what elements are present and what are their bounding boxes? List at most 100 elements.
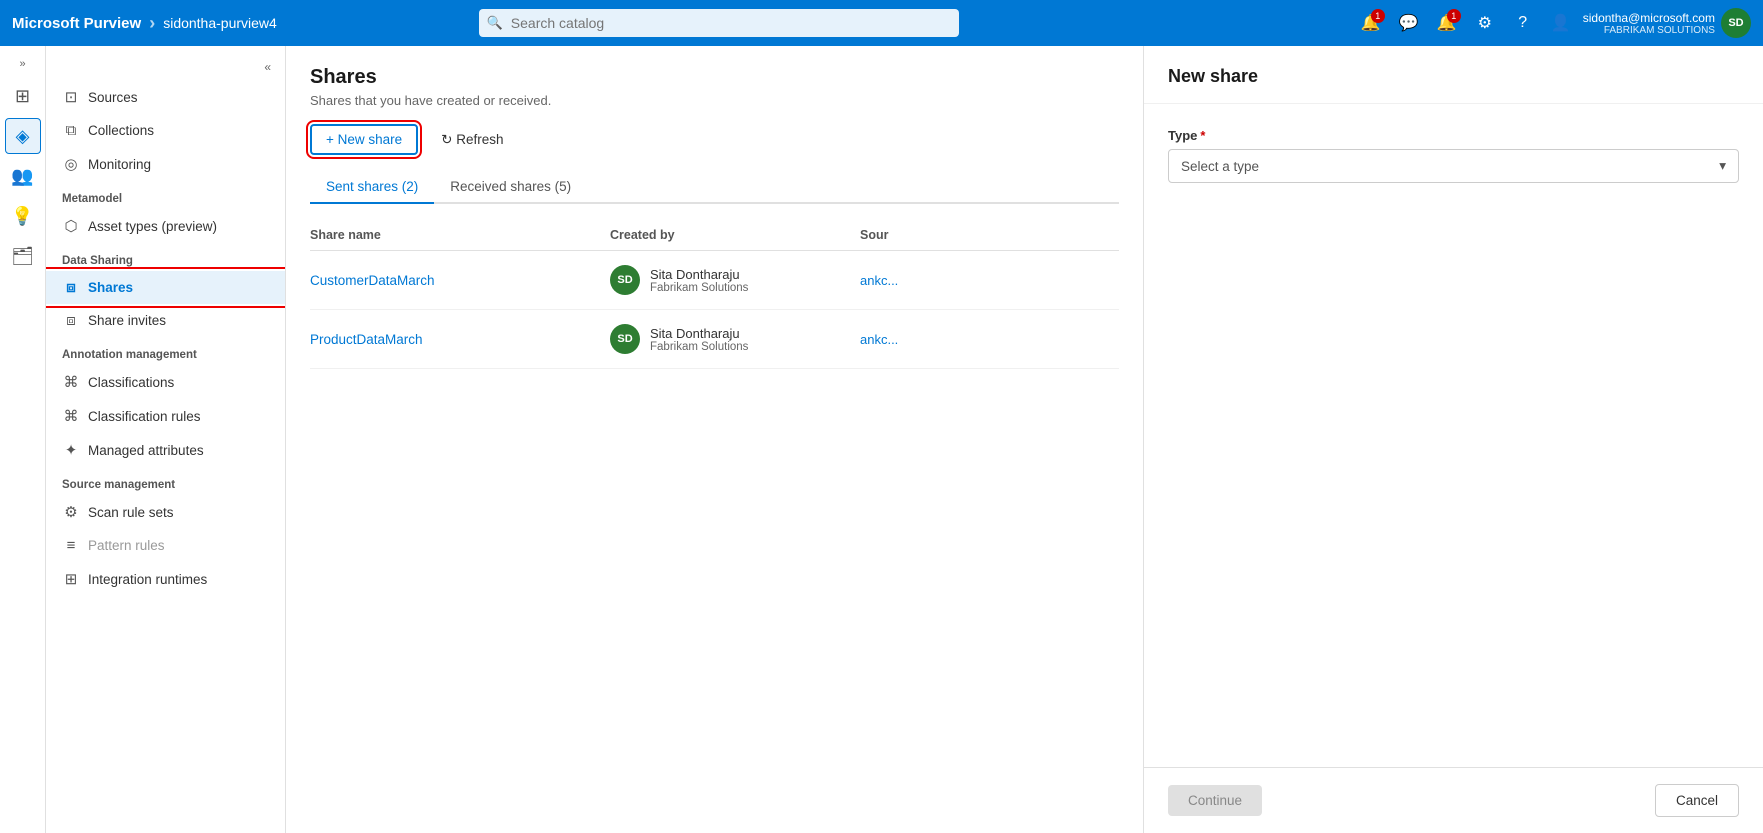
- right-panel-body: Type * Select a type ▾: [1144, 104, 1763, 767]
- sidebar-item-shares[interactable]: ⧈ Shares: [46, 271, 285, 304]
- creator-cell-2: SD Sita Dontharaju Fabrikam Solutions: [610, 324, 860, 354]
- user-avatar[interactable]: SD: [1721, 8, 1751, 38]
- classifications-icon: ⌘: [62, 373, 80, 391]
- tab-sent-shares[interactable]: Sent shares (2): [310, 171, 434, 204]
- expand-icon[interactable]: »: [15, 54, 29, 74]
- share-invites-icon: ⧈: [62, 312, 80, 329]
- help-icon[interactable]: ?: [1507, 7, 1539, 39]
- table-row: CustomerDataMarch SD Sita Dontharaju Fab…: [310, 251, 1119, 310]
- creator-org-2: Fabrikam Solutions: [650, 341, 748, 353]
- settings-gear-icon[interactable]: ⚙: [1469, 7, 1501, 39]
- rail-icon-home[interactable]: ⊞: [5, 78, 41, 114]
- type-select-placeholder: Select a type: [1181, 159, 1259, 174]
- user-org: FABRIKAM SOLUTIONS: [1583, 25, 1715, 36]
- sidebar-item-integration-runtimes[interactable]: ⊞ Integration runtimes: [46, 562, 285, 596]
- creator-name-1: Sita Dontharaju: [650, 267, 748, 282]
- user-info[interactable]: sidontha@microsoft.com FABRIKAM SOLUTION…: [1583, 8, 1751, 38]
- managed-attributes-icon: ✦: [62, 441, 80, 459]
- sidebar-label-sources: Sources: [88, 90, 138, 105]
- type-label: Type *: [1168, 128, 1739, 143]
- page-subtitle: Shares that you have created or received…: [310, 93, 1119, 108]
- pattern-rules-icon: ≡: [62, 537, 80, 554]
- col-created-by: Created by: [610, 228, 860, 242]
- search-input[interactable]: [479, 9, 959, 37]
- user-settings-icon[interactable]: 👤: [1545, 7, 1577, 39]
- required-star: *: [1200, 128, 1205, 143]
- sidebar-collapse: «: [46, 54, 285, 80]
- rail-icon-data-sharing[interactable]: ◈: [5, 118, 41, 154]
- classification-rules-icon: ⌘: [62, 407, 80, 425]
- brand: Microsoft Purview › sidontha-purview4: [12, 13, 277, 34]
- cancel-button[interactable]: Cancel: [1655, 784, 1739, 817]
- creator-avatar-1: SD: [610, 265, 640, 295]
- sidebar-label-scan-rule-sets: Scan rule sets: [88, 505, 174, 520]
- new-share-button[interactable]: + New share: [310, 124, 418, 155]
- sidebar-item-classification-rules[interactable]: ⌘ Classification rules: [46, 399, 285, 433]
- user-email: sidontha@microsoft.com: [1583, 11, 1715, 25]
- continue-button[interactable]: Continue: [1168, 785, 1262, 816]
- type-select[interactable]: Select a type ▾: [1168, 149, 1739, 183]
- rail-icon-people[interactable]: 👥: [5, 158, 41, 194]
- search-icon: 🔍: [487, 15, 503, 31]
- sidebar-item-pattern-rules[interactable]: ≡ Pattern rules: [46, 529, 285, 562]
- creator-org-1: Fabrikam Solutions: [650, 282, 748, 294]
- sidebar-item-monitoring[interactable]: ◎ Monitoring: [46, 147, 285, 181]
- right-panel-title: New share: [1168, 66, 1739, 87]
- instance-name[interactable]: sidontha-purview4: [163, 15, 277, 31]
- sidebar-label-asset-types: Asset types (preview): [88, 219, 217, 234]
- chat-icon[interactable]: 💬: [1393, 7, 1425, 39]
- brand-separator: ›: [149, 13, 155, 34]
- share-name-link-1[interactable]: CustomerDataMarch: [310, 273, 610, 288]
- page-title: Shares: [310, 66, 1119, 89]
- collections-icon: ⧉: [62, 122, 80, 139]
- sidebar-item-sources[interactable]: ⊡ Sources: [46, 80, 285, 114]
- rail-icon-management[interactable]: 🗂: [5, 238, 41, 274]
- table-header: Share name Created by Sour: [310, 220, 1119, 251]
- sidebar-label-classifications: Classifications: [88, 375, 174, 390]
- col-source: Sour: [860, 228, 1119, 242]
- integration-runtimes-icon: ⊞: [62, 570, 80, 588]
- table-row: ProductDataMarch SD Sita Dontharaju Fabr…: [310, 310, 1119, 369]
- sidebar-label-monitoring: Monitoring: [88, 157, 151, 172]
- sidebar-item-asset-types[interactable]: ⬡ Asset types (preview): [46, 209, 285, 243]
- notification-bell-icon[interactable]: 🔔 1: [1355, 7, 1387, 39]
- notification-badge-1: 1: [1371, 9, 1385, 23]
- refresh-button[interactable]: ↻ Refresh: [426, 125, 518, 155]
- section-header-annotation: Annotation management: [46, 337, 285, 365]
- sidebar-label-shares: Shares: [88, 280, 133, 295]
- creator-cell-1: SD Sita Dontharaju Fabrikam Solutions: [610, 265, 860, 295]
- shares-icon: ⧈: [62, 279, 80, 296]
- right-panel-footer: Continue Cancel: [1144, 767, 1763, 833]
- section-header-metamodel: Metamodel: [46, 181, 285, 209]
- sidebar-label-share-invites: Share invites: [88, 313, 166, 328]
- sidebar-item-scan-rule-sets[interactable]: ⚙ Scan rule sets: [46, 495, 285, 529]
- creator-avatar-2: SD: [610, 324, 640, 354]
- sidebar-item-collections[interactable]: ⧉ Collections: [46, 114, 285, 147]
- sidebar-collapse-btn[interactable]: «: [258, 58, 277, 76]
- sidebar-label-classification-rules: Classification rules: [88, 409, 201, 424]
- source-link-1[interactable]: ankc...: [860, 273, 1119, 288]
- creator-name-2: Sita Dontharaju: [650, 326, 748, 341]
- source-link-2[interactable]: ankc...: [860, 332, 1119, 347]
- alert-icon[interactable]: 🔔 1: [1431, 7, 1463, 39]
- icon-rail: » ⊞ ◈ 👥 💡 🗂: [0, 46, 46, 833]
- rail-icon-insights[interactable]: 💡: [5, 198, 41, 234]
- sidebar-label-pattern-rules: Pattern rules: [88, 538, 165, 553]
- tab-received-shares[interactable]: Received shares (5): [434, 171, 587, 204]
- sidebar-item-share-invites[interactable]: ⧈ Share invites: [46, 304, 285, 337]
- chevron-down-icon: ▾: [1719, 158, 1726, 174]
- main-layout: » ⊞ ◈ 👥 💡 🗂 « ⊡ Sources ⧉ Collections ◎ …: [0, 46, 1763, 833]
- sidebar-item-managed-attributes[interactable]: ✦ Managed attributes: [46, 433, 285, 467]
- share-name-link-2[interactable]: ProductDataMarch: [310, 332, 610, 347]
- sidebar-item-classifications[interactable]: ⌘ Classifications: [46, 365, 285, 399]
- right-panel: New share Type * Select a type ▾ Continu…: [1143, 46, 1763, 833]
- search-container: 🔍: [479, 9, 959, 37]
- creator-info-2: Sita Dontharaju Fabrikam Solutions: [650, 326, 748, 353]
- section-header-source-mgmt: Source management: [46, 467, 285, 495]
- creator-info-1: Sita Dontharaju Fabrikam Solutions: [650, 267, 748, 294]
- right-panel-header: New share: [1144, 46, 1763, 104]
- top-nav: Microsoft Purview › sidontha-purview4 🔍 …: [0, 0, 1763, 46]
- nav-right: 🔔 1 💬 🔔 1 ⚙ ? 👤 sidontha@microsoft.com F…: [1355, 7, 1751, 39]
- section-header-data-sharing: Data Sharing: [46, 243, 285, 271]
- sidebar-label-integration-runtimes: Integration runtimes: [88, 572, 207, 587]
